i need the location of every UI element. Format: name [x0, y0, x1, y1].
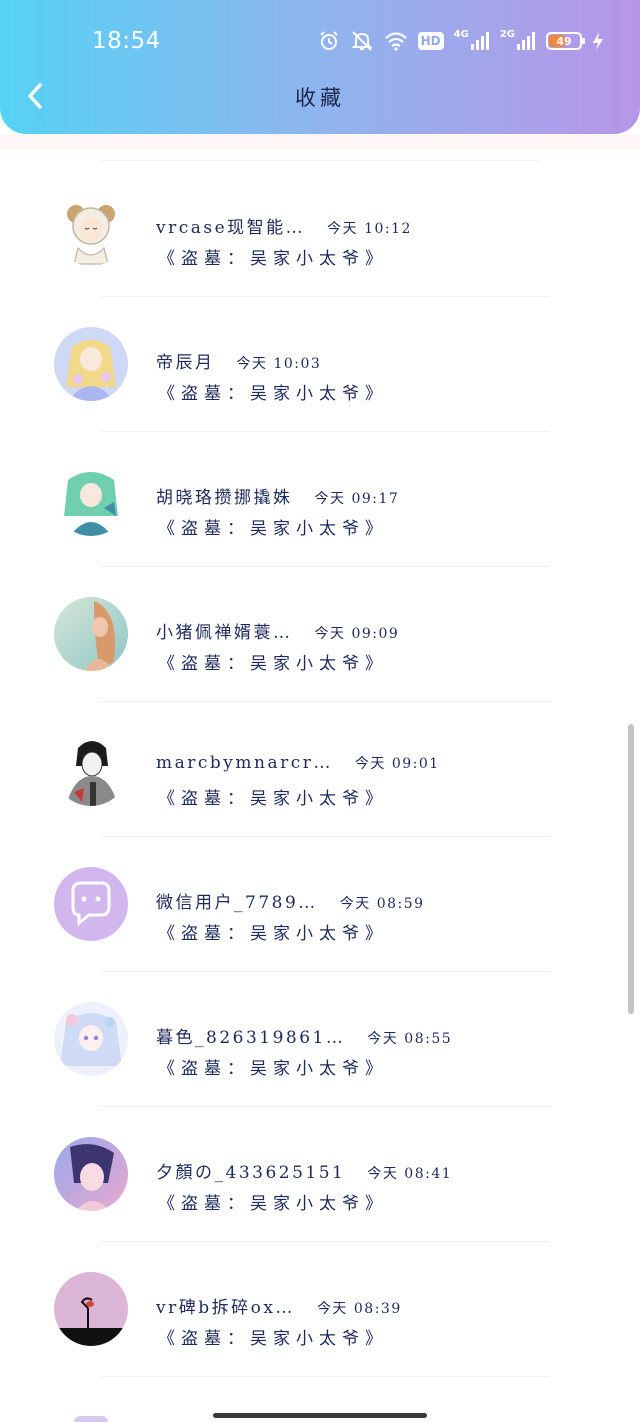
- favorite-item[interactable]: 微信用户_7789… 今天 08:59 《盗墓：吴家小太爷》: [0, 837, 640, 972]
- timestamp: 今天 09:01: [354, 756, 440, 772]
- favorite-quote: 《盗墓：吴家小太爷》: [158, 249, 388, 269]
- favorite-quote: 《盗墓：吴家小太爷》: [158, 519, 388, 539]
- user-name: 夕顏の_433625151: [156, 1163, 346, 1183]
- user-name: 帝辰月: [156, 353, 215, 373]
- wifi-icon: [384, 28, 408, 54]
- network-type-label: 4G: [453, 28, 469, 40]
- favorite-quote: 《盗墓：吴家小太爷》: [158, 1329, 388, 1349]
- favorite-item[interactable]: 小猪佩禅婿蓑… 今天 09:09 《盗墓：吴家小太爷》: [0, 567, 640, 702]
- favorite-item[interactable]: 胡晓珞攒挪撬姝 今天 09:17 《盗墓：吴家小太爷》: [0, 432, 640, 567]
- favorite-item[interactable]: vr碑b拆碎ox… 今天 08:39 《盗墓：吴家小太爷》: [0, 1242, 640, 1377]
- timestamp: 今天 09:17: [314, 491, 400, 507]
- network-type-label: 2G: [499, 28, 515, 40]
- user-name: vr碑b拆碎ox…: [156, 1298, 295, 1318]
- signal-icon: 2G: [500, 28, 536, 54]
- favorites-list: vrcase现智能… 今天 10:12 《盗墓：吴家小太爷》 帝辰月 今天 10:0…: [0, 0, 640, 1422]
- avatar[interactable]: [54, 867, 128, 941]
- avatar[interactable]: [54, 1137, 128, 1211]
- timestamp: 今天 10:03: [236, 356, 322, 372]
- favorite-quote: 《盗墓：吴家小太爷》: [158, 1059, 388, 1079]
- charging-icon: [592, 28, 604, 54]
- avatar[interactable]: [74, 1416, 108, 1422]
- timestamp: 今天 08:59: [339, 896, 425, 912]
- avatar[interactable]: [54, 597, 128, 671]
- divider: [100, 1376, 550, 1377]
- status-time: 18:54: [92, 28, 161, 54]
- avatar[interactable]: [54, 1272, 128, 1346]
- user-name: vrcase现智能…: [156, 218, 306, 238]
- avatar[interactable]: [54, 732, 128, 806]
- scrollbar[interactable]: [628, 724, 634, 1014]
- timestamp: 今天 10:12: [327, 221, 412, 237]
- favorite-quote: 《盗墓：吴家小太爷》: [158, 654, 388, 674]
- timestamp: 今天 08:41: [367, 1166, 453, 1182]
- avatar[interactable]: [54, 192, 128, 266]
- avatar[interactable]: [54, 1002, 128, 1076]
- app-header: 18:54 HD 4G 2G 49 收藏: [0, 0, 640, 134]
- user-name: 暮色_826319861…: [156, 1028, 346, 1048]
- hd-icon: HD: [417, 28, 444, 54]
- timestamp: 今天 09:09: [314, 626, 400, 642]
- user-name: 微信用户_7789…: [156, 893, 318, 913]
- favorite-quote: 《盗墓：吴家小太爷》: [158, 384, 388, 404]
- favorite-item[interactable]: marcbymnarcr… 今天 09:01 《盗墓：吴家小太爷》: [0, 702, 640, 837]
- divider: [100, 160, 540, 161]
- favorite-item[interactable]: 暮色_826319861… 今天 08:55 《盗墓：吴家小太爷》: [0, 972, 640, 1107]
- status-bar: 18:54 HD 4G 2G 49: [0, 22, 640, 62]
- timestamp: 今天 08:39: [316, 1301, 402, 1317]
- signal-icon: 4G: [454, 28, 490, 54]
- user-name: marcbymnarcr…: [156, 753, 333, 773]
- favorite-item[interactable]: 帝辰月 今天 10:03 《盗墓：吴家小太爷》: [0, 297, 640, 432]
- favorite-item[interactable]: 夕顏の_433625151 今天 08:41 《盗墓：吴家小太爷》: [0, 1107, 640, 1242]
- favorite-quote: 《盗墓：吴家小太爷》: [158, 789, 388, 809]
- favorite-item[interactable]: vrcase现智能… 今天 10:12 《盗墓：吴家小太爷》: [0, 162, 640, 297]
- favorite-quote: 《盗墓：吴家小太爷》: [158, 1194, 388, 1214]
- list-top-band: [0, 134, 640, 150]
- user-name: 胡晓珞攒挪撬姝: [156, 488, 293, 508]
- battery-level: 49: [556, 34, 572, 48]
- favorite-quote: 《盗墓：吴家小太爷》: [158, 924, 388, 944]
- alarm-icon: [318, 28, 340, 54]
- avatar[interactable]: [54, 327, 128, 401]
- status-icons: HD 4G 2G 49: [318, 28, 604, 54]
- home-indicator[interactable]: [213, 1413, 427, 1418]
- avatar[interactable]: [54, 462, 128, 536]
- battery-icon: 49: [546, 28, 585, 54]
- timestamp: 今天 08:55: [367, 1031, 453, 1047]
- mute-icon: [350, 28, 374, 54]
- user-name: 小猪佩禅婿蓑…: [156, 623, 293, 643]
- page-title: 收藏: [295, 86, 345, 110]
